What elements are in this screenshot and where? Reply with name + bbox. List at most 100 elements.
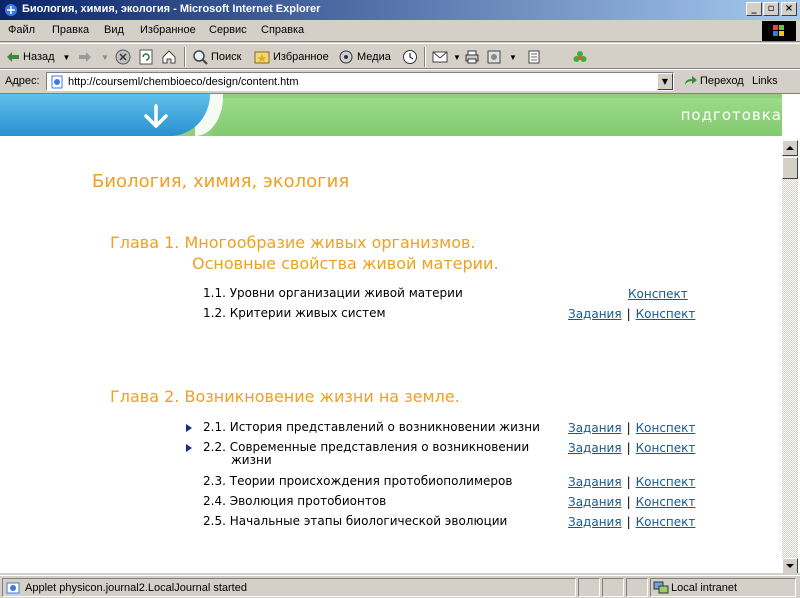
media-label: Медиа	[357, 51, 391, 63]
links-button[interactable]: Links	[752, 75, 778, 87]
messenger-button[interactable]	[572, 48, 591, 66]
forward-arrow-icon	[79, 52, 91, 62]
menu-tools[interactable]: Сервис	[209, 24, 247, 36]
mail-dropdown-icon[interactable]: ▼	[453, 53, 461, 62]
item-number: 2.2.	[203, 440, 226, 454]
mail-icon	[432, 51, 448, 63]
link-separator: |	[626, 441, 631, 455]
history-icon	[403, 50, 417, 64]
back-arrow-icon	[7, 52, 19, 62]
chapter-title-line1: Глава 1. Многообразие живых организмов.	[110, 233, 476, 252]
scroll-down-arrow-icon	[786, 564, 794, 568]
discuss-button[interactable]	[526, 48, 545, 66]
forward-dropdown-icon[interactable]: ▼	[101, 53, 109, 62]
back-button[interactable]: Назад ▼	[6, 48, 70, 66]
link-separator: |	[626, 515, 631, 529]
scroll-thumb[interactable]	[782, 157, 798, 179]
windows-flag-icon	[773, 25, 784, 36]
status-bar: Applet physicon.journal2.LocalJournal st…	[0, 575, 800, 598]
item-number: 2.1.	[203, 420, 226, 434]
page-icon	[51, 75, 63, 89]
summary-link[interactable]: Конспект	[628, 287, 688, 301]
summary-link[interactable]: Конспект	[636, 307, 696, 321]
search-icon	[193, 50, 208, 65]
menu-file[interactable]: Файл	[8, 24, 35, 36]
security-zone-text: Local intranet	[671, 582, 738, 594]
media-icon	[339, 50, 353, 64]
minimize-button[interactable]: _	[746, 2, 762, 16]
chapter-title-line2: Основные свойства живой материи.	[192, 254, 499, 273]
scroll-up-button[interactable]	[782, 140, 798, 156]
link-separator: |	[626, 495, 631, 509]
messenger-icon	[573, 51, 587, 62]
window-title: Биология, химия, экология - Microsoft In…	[22, 3, 321, 15]
tasks-link[interactable]: Задания	[568, 441, 622, 455]
media-button[interactable]: Медиа	[338, 48, 391, 66]
address-label: Адрес:	[5, 75, 40, 87]
tasks-link[interactable]: Задания	[568, 421, 622, 435]
stop-button[interactable]	[115, 48, 134, 66]
status-text: Applet physicon.journal2.LocalJournal st…	[25, 582, 247, 594]
item-text: Критерии живых систем	[229, 306, 386, 320]
menu-favorites[interactable]: Избранное	[140, 24, 196, 36]
favorites-button[interactable]: Избранное	[254, 48, 329, 66]
title-bar: Биология, химия, экология - Microsoft In…	[0, 0, 800, 20]
refresh-button[interactable]	[138, 48, 157, 66]
history-button[interactable]	[402, 48, 421, 66]
vertical-scrollbar[interactable]	[782, 140, 798, 573]
header-banner: подготовка	[0, 94, 782, 136]
go-label: Переход	[700, 75, 744, 87]
address-dropdown-icon[interactable]: ▼	[657, 73, 673, 90]
menu-help[interactable]: Справка	[261, 24, 304, 36]
print-icon	[465, 50, 479, 64]
scroll-down-button[interactable]	[782, 558, 798, 573]
link-separator: |	[626, 475, 631, 489]
home-icon	[162, 50, 176, 64]
tasks-link[interactable]: Задания	[568, 495, 622, 509]
summary-link[interactable]: Конспект	[636, 421, 696, 435]
item-number: 2.3.	[203, 474, 226, 488]
address-url[interactable]: http://courseml/chembioeco/design/conten…	[68, 76, 299, 88]
search-button[interactable]: Поиск	[192, 48, 241, 66]
item-number: 2.5.	[203, 514, 226, 528]
menu-bar: Файл Правка Вид Избранное Сервис Справка	[0, 20, 800, 42]
summary-link[interactable]: Конспект	[636, 515, 696, 529]
home-button[interactable]	[161, 48, 180, 66]
down-arrow-icon[interactable]	[143, 104, 169, 128]
banner-blue-tab	[0, 94, 210, 136]
tasks-link[interactable]: Задания	[568, 307, 622, 321]
item-text: Начальные этапы биологической эволюции	[229, 514, 508, 528]
edit-dropdown-icon[interactable]: ▼	[509, 53, 517, 62]
windows-logo	[762, 21, 796, 41]
address-input[interactable]: http://courseml/chembioeco/design/conten…	[46, 72, 674, 91]
tasks-link[interactable]: Задания	[568, 475, 622, 489]
page-viewport: подготовка Биология, химия, экология Гла…	[0, 93, 800, 573]
go-button[interactable]: Переход	[684, 75, 744, 87]
toolbar-separator	[424, 47, 426, 67]
summary-link[interactable]: Конспект	[636, 495, 696, 509]
print-button[interactable]	[464, 48, 483, 66]
item-text: Теории происхождения протобиополимеров	[229, 474, 513, 488]
mail-button[interactable]: ▼	[432, 48, 461, 66]
tasks-link[interactable]: Задания	[568, 515, 622, 529]
summary-link[interactable]: Конспект	[636, 475, 696, 489]
status-panel-empty	[578, 578, 600, 597]
go-arrow-icon	[685, 76, 697, 85]
forward-button[interactable]: ▼	[78, 48, 109, 66]
menu-edit[interactable]: Правка	[52, 24, 89, 36]
discuss-icon	[528, 50, 540, 64]
close-button[interactable]: ×	[781, 2, 797, 16]
edit-button[interactable]: ▼	[486, 48, 517, 66]
back-dropdown-icon[interactable]: ▼	[63, 53, 71, 62]
menu-view[interactable]: Вид	[104, 24, 124, 36]
status-panel-empty	[626, 578, 648, 597]
ie-icon	[5, 4, 17, 16]
maximize-button[interactable]: ▫	[763, 2, 779, 16]
refresh-icon	[139, 49, 153, 65]
status-panel-empty	[602, 578, 624, 597]
summary-link[interactable]: Конспект	[636, 441, 696, 455]
item-text: История представлений о возникновении жи…	[229, 420, 540, 434]
back-label: Назад	[23, 51, 55, 63]
edit-icon	[487, 50, 501, 64]
content-area: Биология, химия, экология Глава 1. Много…	[0, 136, 782, 573]
